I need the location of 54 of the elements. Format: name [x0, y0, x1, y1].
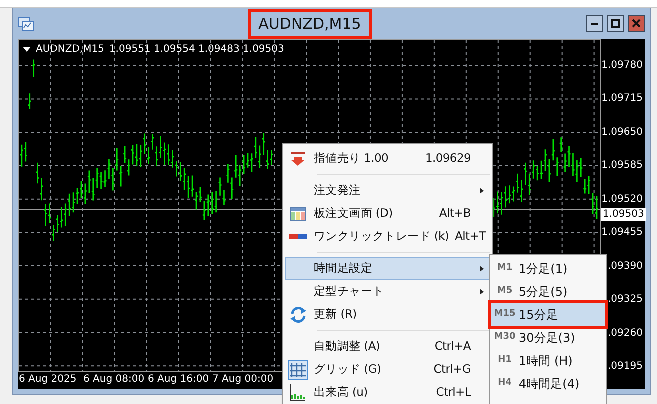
menu-item[interactable]: 時間足設定: [285, 257, 490, 280]
timeframe-code: M5: [496, 284, 514, 298]
menu-item[interactable]: グリッド (G) Ctrl+G: [285, 358, 490, 381]
menu-item[interactable]: 更新 (R): [285, 303, 490, 326]
time-label: 7 Aug 00:00: [212, 374, 274, 385]
timeframe-code: H4: [497, 376, 513, 390]
price-label: 1.09455: [602, 227, 643, 238]
shortcut-text: Ctrl+L: [435, 384, 472, 401]
time-label: 6 Aug 16:00: [148, 374, 210, 385]
dropdown-triangle-icon[interactable]: [23, 47, 31, 52]
price-label: .09195: [608, 360, 643, 372]
menu-item[interactable]: M1 1分足(1): [491, 257, 605, 280]
menu-item[interactable]: 板注文画面 (D) Alt+B: [285, 202, 490, 225]
timeframe-code: M30: [493, 330, 517, 344]
shortcut-text: Ctrl+G: [432, 360, 472, 378]
price-label: 1.09650: [602, 126, 643, 138]
price-label: 1.09715: [602, 93, 643, 104]
price-label: .09260: [608, 328, 643, 338]
menu-item[interactable]: 出来高 (u) Ctrl+L: [285, 381, 490, 404]
menu-item[interactable]: H1 1時間 (H): [491, 349, 605, 372]
shortcut-text: Ctrl+A: [434, 338, 472, 355]
menu-item[interactable]: M30 30分足(3): [491, 326, 605, 349]
menu-item[interactable]: M15 15分足: [491, 303, 605, 326]
shortcut-text: Alt+B: [438, 204, 472, 222]
price-label: 1.09520: [602, 194, 643, 205]
menu-item[interactable]: 定型チャート: [285, 280, 490, 303]
menu-item[interactable]: 注文発注: [285, 179, 490, 202]
price-label: .09390: [608, 260, 643, 272]
chart-window-icon: [18, 16, 34, 30]
ohlc-values: 1.09551 1.09554 1.09483 1.09503: [109, 43, 284, 57]
maximize-icon: [610, 19, 620, 28]
time-label: 6 Aug 08:00: [84, 374, 145, 385]
timeframe-code: M15: [493, 308, 517, 321]
timeframe-code: H1: [497, 354, 513, 367]
price-label: .09325: [608, 294, 643, 306]
maximize-button[interactable]: [606, 15, 624, 32]
menu-item[interactable]: M5 5分足(5): [491, 280, 605, 303]
menu-item[interactable]: ワンクリックトレード (k) Alt+T: [285, 225, 490, 248]
timeframe-code: M1: [496, 262, 514, 275]
close-button[interactable]: [628, 15, 645, 32]
minimize-button[interactable]: [586, 15, 603, 32]
minimize-icon: [590, 22, 598, 24]
window-title: AUDNZD,M15: [250, 12, 370, 36]
symbol-text: AUDNZD,M15: [36, 43, 104, 57]
shortcut-text: Alt+T: [454, 228, 488, 245]
menu-item[interactable]: 指値売り 1.00 1.09629: [285, 147, 490, 170]
time-label: 6 Aug 2025: [19, 374, 77, 385]
menu-item[interactable]: H4 4時間足(4): [491, 372, 605, 395]
close-icon: [632, 19, 641, 28]
price-label: 1.09780: [602, 60, 643, 71]
price-label: 1.09585: [602, 160, 643, 172]
menu-item[interactable]: 自動調整 (A) Ctrl+A: [285, 335, 490, 358]
current-price-label: 1.09503: [601, 208, 646, 221]
price-text: 1.09629: [424, 150, 472, 167]
